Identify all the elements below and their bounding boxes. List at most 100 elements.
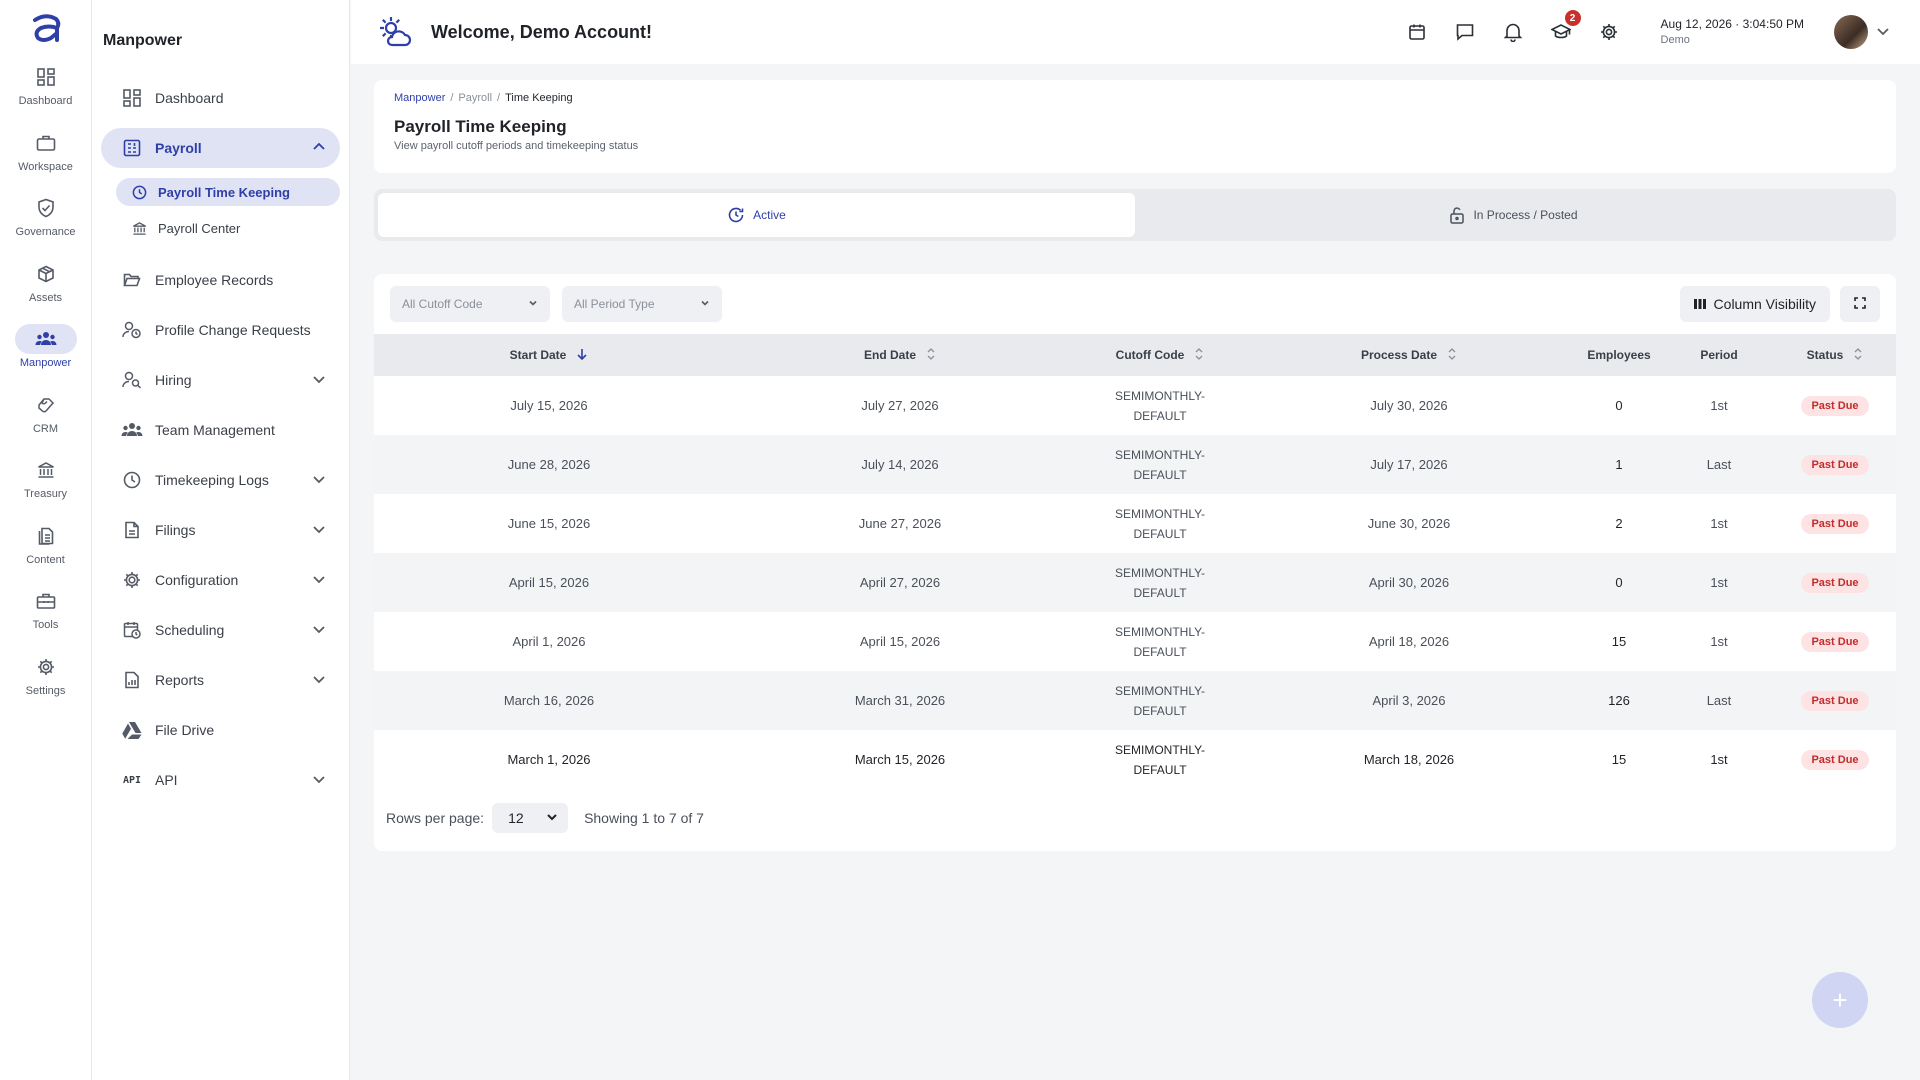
column-label: Process Date	[1360, 348, 1438, 362]
rail-item-content[interactable]: Content	[0, 517, 91, 583]
breadcrumb-separator: /	[450, 92, 454, 104]
fullscreen-button[interactable]	[1840, 286, 1880, 322]
cell-employees: 0	[1615, 575, 1623, 590]
cutoff-code-line: DEFAULT	[1133, 526, 1187, 541]
plus-icon: +	[1832, 984, 1848, 1015]
breadcrumb-manpower[interactable]: Manpower	[394, 92, 445, 104]
status-badge: Past Due	[1801, 572, 1869, 593]
col-cutoff-code[interactable]: Cutoff Code	[1076, 334, 1244, 376]
cell-status: Past Due	[1774, 612, 1896, 671]
rail-item-governance[interactable]: Governance	[0, 189, 91, 255]
nav-item-payroll[interactable]: Payroll	[101, 128, 340, 168]
avatar[interactable]	[1834, 15, 1868, 49]
chat-icon[interactable]	[1453, 20, 1477, 44]
nav-item-label: Hiring	[155, 372, 192, 388]
nav-item-team-management[interactable]: Team Management	[101, 410, 340, 450]
rows-per-page-label: Rows per page:	[386, 810, 485, 826]
rail-item-label: Settings	[25, 684, 66, 697]
column-label: Start Date	[509, 348, 567, 362]
table-row[interactable]: April 1, 2026 April 15, 2026 SEMIMONTHLY- D…	[374, 612, 1896, 671]
col-start-date[interactable]: Start Date	[374, 334, 724, 376]
nav-item-reports[interactable]: Reports	[101, 660, 340, 700]
table-row[interactable]: July 15, 2026 July 27, 2026 SEMIMONTHLY- DE…	[374, 376, 1896, 435]
graduation-cap-icon[interactable]: 2	[1549, 10, 1581, 44]
nav-item-employee-records[interactable]: Employee Records	[101, 260, 340, 300]
tab-active[interactable]: Active	[378, 193, 1135, 237]
cell-end-date: April 15, 2026	[859, 634, 941, 649]
calendar-icon[interactable]	[1405, 20, 1429, 44]
report-chart-icon	[121, 669, 143, 691]
nav-item-scheduling[interactable]: Scheduling	[101, 610, 340, 650]
cell-period: 1st	[1710, 398, 1728, 413]
nav-item-hiring[interactable]: Hiring	[101, 360, 340, 400]
nav-item-file-drive[interactable]: File Drive	[101, 710, 340, 750]
sub-item-payroll-center[interactable]: Payroll Center	[116, 214, 340, 242]
tab-in-process-posted[interactable]: In Process / Posted	[1135, 193, 1892, 237]
cutoff-code-select[interactable]: All Cutoff Code	[390, 286, 550, 322]
period-type-select[interactable]: All Period Type	[562, 286, 722, 322]
cell-process-date: March 18, 2026	[1363, 752, 1455, 767]
nav-item-label: Employee Records	[155, 272, 274, 288]
folder-open-icon	[121, 269, 143, 291]
cell-start-date: March 1, 2026	[507, 752, 591, 767]
nav-item-api[interactable]: API API	[101, 760, 340, 800]
add-fab-button[interactable]: +	[1812, 972, 1868, 1028]
nav-item-configuration[interactable]: Configuration	[101, 560, 340, 600]
cell-end-date: April 27, 2026	[859, 575, 941, 590]
status-badge: Past Due	[1801, 513, 1869, 534]
nav-item-profile-change-requests[interactable]: Profile Change Requests	[101, 310, 340, 350]
cell-period: 1st	[1710, 516, 1728, 531]
breadcrumb-payroll[interactable]: Payroll	[458, 92, 492, 104]
rows-per-page-value: 12	[508, 810, 524, 826]
rail-item-treasury[interactable]: Treasury	[0, 451, 91, 517]
rail-item-manpower[interactable]: Manpower	[0, 320, 91, 386]
bank-icon	[15, 455, 77, 485]
sort-icon	[926, 347, 936, 364]
rail-item-dashboard[interactable]: Dashboard	[0, 58, 91, 124]
table-row[interactable]: April 15, 2026 April 27, 2026 SEMIMONTHLY-…	[374, 553, 1896, 612]
filter-bar: All Cutoff Code All Period Type Column V…	[374, 274, 1896, 334]
chevron-down-icon	[312, 372, 326, 389]
cell-cutoff-code: SEMIMONTHLY- DEFAULT	[1076, 553, 1244, 612]
table-row[interactable]: June 15, 2026 June 27, 2026 SEMIMONTHLY- DE…	[374, 494, 1896, 553]
bell-icon[interactable]	[1501, 20, 1525, 44]
table-row[interactable]: March 1, 2026 March 15, 2026 SEMIMONTHLY- D…	[374, 730, 1896, 789]
nav-item-timekeeping-logs[interactable]: Timekeeping Logs	[101, 460, 340, 500]
nav-title: Manpower	[103, 32, 183, 49]
rail-item-workspace[interactable]: Workspace	[0, 124, 91, 190]
columns-icon	[1693, 296, 1706, 312]
cell-process-date: July 17, 2026	[1370, 457, 1448, 472]
rail-item-tools[interactable]: Tools	[0, 582, 91, 648]
chevron-up-icon	[312, 140, 326, 157]
rail-item-settings[interactable]: Settings	[0, 648, 91, 714]
table-row[interactable]: March 16, 2026 March 31, 2026 SEMIMONTHLY-…	[374, 671, 1896, 730]
chevron-down-icon[interactable]	[1876, 24, 1890, 41]
nav-item-label: Scheduling	[155, 622, 225, 638]
cutoff-code-line: DEFAULT	[1133, 408, 1187, 423]
user-search-icon	[121, 369, 143, 391]
col-end-date[interactable]: End Date	[724, 334, 1076, 376]
status-badge: Past Due	[1801, 690, 1869, 711]
cell-status: Past Due	[1774, 435, 1896, 494]
rows-per-page-select[interactable]: 12	[492, 803, 569, 833]
rail-item-crm[interactable]: CRM	[0, 386, 91, 452]
nav-item-dashboard[interactable]: Dashboard	[101, 78, 340, 118]
rail-item-assets[interactable]: Assets	[0, 255, 91, 321]
rail-item-label: Manpower	[19, 357, 72, 369]
column-visibility-button[interactable]: Column Visibility	[1679, 286, 1830, 322]
gear-icon	[121, 569, 143, 591]
brand-a-icon[interactable]	[28, 10, 64, 46]
cutoff-table-card: All Cutoff Code All Period Type Column V…	[374, 274, 1896, 851]
cutoff-code-line: SEMIMONTHLY-	[1114, 742, 1205, 757]
sub-item-payroll-time-keeping[interactable]: Payroll Time Keeping	[116, 178, 340, 206]
col-process-date[interactable]: Process Date	[1244, 334, 1574, 376]
chevron-down-icon	[700, 297, 710, 311]
chevron-down-icon	[312, 772, 326, 789]
gear-icon[interactable]	[1597, 20, 1621, 44]
nav-item-filings[interactable]: Filings	[101, 510, 340, 550]
col-status[interactable]: Status	[1774, 334, 1896, 376]
table-row[interactable]: June 28, 2026 July 14, 2026 SEMIMONTHLY- DE…	[374, 435, 1896, 494]
nav-item-label: Reports	[155, 672, 205, 688]
cell-end-date: July 14, 2026	[861, 457, 939, 472]
briefcase-icon	[15, 128, 77, 158]
